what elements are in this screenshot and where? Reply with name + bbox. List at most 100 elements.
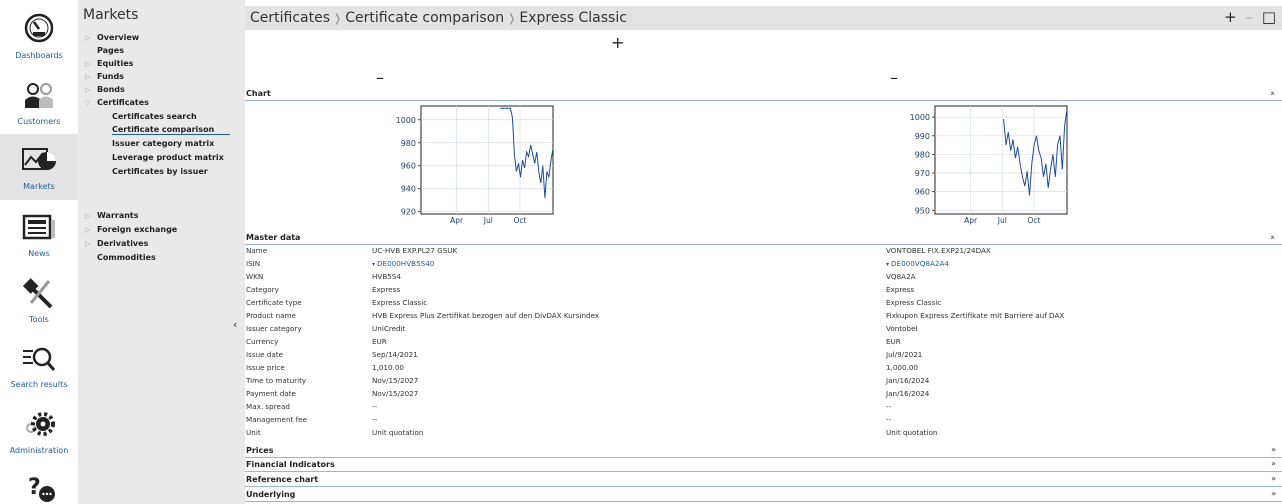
certificate-1-value: Unit quotation bbox=[372, 428, 424, 437]
expand-section-icon[interactable]: » bbox=[1271, 459, 1276, 468]
nav-sub-certificates-search[interactable]: Certificates search bbox=[112, 112, 197, 121]
section-title: Prices bbox=[246, 446, 274, 455]
main-navigation-rail: Dashboards Customers Markets News Tools … bbox=[0, 0, 78, 504]
chart-certificate-2: 950 960 970 980 990 1000 Apr Jul Oct bbox=[887, 104, 1077, 230]
certificate-1-value: Sep/14/2021 bbox=[372, 350, 418, 359]
nav-item-funds[interactable]: ▷ Funds bbox=[85, 72, 124, 81]
rail-label: Markets bbox=[23, 182, 55, 191]
collapse-arrow-icon: ▽ bbox=[85, 99, 91, 107]
rail-administration[interactable]: Administration bbox=[0, 398, 78, 464]
y-tick-label: 960 bbox=[915, 188, 930, 197]
rail-customers[interactable]: Customers bbox=[0, 66, 78, 132]
certificate-1-value: Express Classic bbox=[372, 298, 428, 307]
certificate-1-value: HVB Express Plus Zertifikat bezogen auf … bbox=[372, 311, 600, 320]
section-master-data-header[interactable]: Master data ⌅ bbox=[245, 232, 1282, 245]
nav-sub-certificate-comparison[interactable]: Certificate comparison bbox=[112, 125, 230, 135]
add-certificate-button[interactable]: + bbox=[611, 33, 624, 52]
add-icon[interactable]: + bbox=[1224, 8, 1237, 26]
master-data-row: Payment date Nov/15/2027 Jan/16/2024 bbox=[245, 389, 1282, 399]
row-label: WKN bbox=[246, 272, 264, 281]
nav-item-label: Equities bbox=[97, 59, 134, 68]
expand-section-icon[interactable]: » bbox=[1271, 489, 1276, 498]
certificate-1-value[interactable]: DE000HVB5S40 bbox=[372, 259, 434, 268]
certificate-2-value: 1,000.00 bbox=[886, 363, 919, 372]
tools-icon bbox=[19, 275, 59, 311]
nav-item-commodities[interactable]: Commodities bbox=[85, 253, 156, 262]
search-results-icon bbox=[19, 341, 59, 377]
rail-label: Administration bbox=[9, 446, 69, 455]
master-data-row: WKN HVB5S4 VQ8A2A bbox=[245, 272, 1282, 282]
rail-label: Tools bbox=[29, 315, 49, 324]
certificate-1-value: UC-HVB EXP.PL27 GSUK bbox=[372, 246, 458, 255]
expand-section-icon[interactable]: » bbox=[1271, 474, 1276, 483]
price-chart-1: 920 940 960 980 1000 Apr Jul Oct bbox=[396, 105, 554, 225]
expand-arrow-icon: ▷ bbox=[85, 34, 91, 42]
rail-help[interactable]: ? bbox=[0, 466, 78, 504]
nav-item-foreign-exchange[interactable]: ▷ Foreign exchange bbox=[85, 225, 177, 234]
certificate-1-value: -- bbox=[372, 415, 378, 424]
section-title: Reference chart bbox=[246, 475, 319, 484]
rail-tools[interactable]: Tools bbox=[0, 266, 78, 332]
breadcrumb-certificate-comparison[interactable]: Certificate comparison bbox=[345, 10, 504, 26]
master-data-row: Issue date Sep/14/2021 Jul/9/2021 bbox=[245, 350, 1282, 360]
row-label: Max. spread bbox=[246, 402, 290, 411]
breadcrumb-express-classic: Express Classic bbox=[519, 10, 627, 26]
nav-item-pages[interactable]: Pages bbox=[85, 46, 124, 55]
nav-sub-certificates-by-issuer[interactable]: Certificates by issuer bbox=[112, 167, 208, 176]
row-label: Unit bbox=[246, 428, 261, 437]
nav-item-bonds[interactable]: ▷ Bonds bbox=[85, 85, 125, 94]
certificate-1-value: HVB5S4 bbox=[372, 272, 401, 281]
collapse-section-icon[interactable]: ⌅ bbox=[1269, 232, 1276, 241]
master-data-row: Issue price 1,010.00 1,000.00 bbox=[245, 363, 1282, 373]
remove-certificate-1-button[interactable]: – bbox=[376, 68, 384, 87]
section-underlying-header[interactable]: Underlying » bbox=[245, 489, 1282, 502]
row-label: Issuer category bbox=[246, 324, 302, 333]
breadcrumb-certificates[interactable]: Certificates bbox=[250, 10, 330, 26]
nav-item-label: Foreign exchange bbox=[97, 225, 178, 234]
collapse-section-icon[interactable]: ⌅ bbox=[1269, 88, 1276, 97]
rail-markets[interactable]: Markets bbox=[0, 134, 78, 200]
plot-area bbox=[420, 105, 554, 215]
section-title: Master data bbox=[246, 233, 301, 242]
certificate-1-value: -- bbox=[372, 402, 378, 411]
certificate-2-value: Fixkupon Express Zertifikate mit Barrier… bbox=[886, 311, 1065, 320]
nav-item-overview[interactable]: ▷ Overview bbox=[85, 33, 139, 42]
row-label: Management fee bbox=[246, 415, 308, 424]
nav-item-derivatives[interactable]: ▷ Derivatives bbox=[85, 239, 148, 248]
nav-sub-leverage-product-matrix[interactable]: Leverage product matrix bbox=[112, 153, 224, 162]
nav-item-equities[interactable]: ▷ Equities bbox=[85, 59, 133, 68]
section-reference-chart-header[interactable]: Reference chart » bbox=[245, 474, 1282, 487]
collapse-sidebar-chevron-icon[interactable]: ‹ bbox=[233, 318, 237, 331]
rail-news[interactable]: News bbox=[0, 200, 78, 266]
nav-item-warrants[interactable]: ▷ Warrants bbox=[85, 211, 139, 220]
expand-section-icon[interactable]: » bbox=[1271, 445, 1276, 454]
dashboard-gauge-icon bbox=[19, 10, 59, 46]
section-chart-header[interactable]: Chart ⌅ bbox=[245, 88, 1282, 101]
window-icon[interactable]: □ bbox=[1262, 8, 1276, 26]
certificate-2-value: VONTOBEL FIX.EXP21/24DAX bbox=[886, 246, 991, 255]
x-tick-label: Oct bbox=[1028, 216, 1041, 225]
customers-icon bbox=[19, 78, 59, 114]
certificate-2-value[interactable]: DE000VQ8A2A4 bbox=[886, 259, 949, 268]
certificate-2-value: -- bbox=[886, 402, 892, 411]
master-data-row: Management fee -- -- bbox=[245, 415, 1282, 425]
rail-label: News bbox=[28, 249, 50, 258]
master-data-row: Max. spread -- -- bbox=[245, 402, 1282, 412]
nav-item-label: Warrants bbox=[97, 211, 139, 220]
nav-item-label: Funds bbox=[97, 72, 124, 81]
y-tick-label: 990 bbox=[915, 132, 930, 141]
expand-arrow-icon: ▷ bbox=[85, 60, 91, 68]
remove-certificate-2-button[interactable]: – bbox=[890, 68, 898, 87]
gear-icon bbox=[19, 408, 59, 444]
rail-dashboards[interactable]: Dashboards bbox=[0, 0, 78, 66]
nav-item-certificates[interactable]: ▽ Certificates bbox=[85, 98, 149, 107]
y-tick-label: 1000 bbox=[910, 113, 930, 122]
certificate-2-value: -- bbox=[886, 415, 892, 424]
chart-certificate-1: 920 940 960 980 1000 Apr Jul Oct bbox=[373, 104, 563, 230]
rail-search-results[interactable]: Search results bbox=[0, 332, 78, 398]
nav-sub-issuer-category-matrix[interactable]: Issuer category matrix bbox=[112, 139, 214, 148]
expand-arrow-icon: ▷ bbox=[85, 212, 91, 220]
section-financial-indicators-header[interactable]: Financial Indicators » bbox=[245, 459, 1282, 472]
section-prices-header[interactable]: Prices » bbox=[245, 445, 1282, 458]
minimize-icon[interactable]: – bbox=[1246, 8, 1254, 26]
